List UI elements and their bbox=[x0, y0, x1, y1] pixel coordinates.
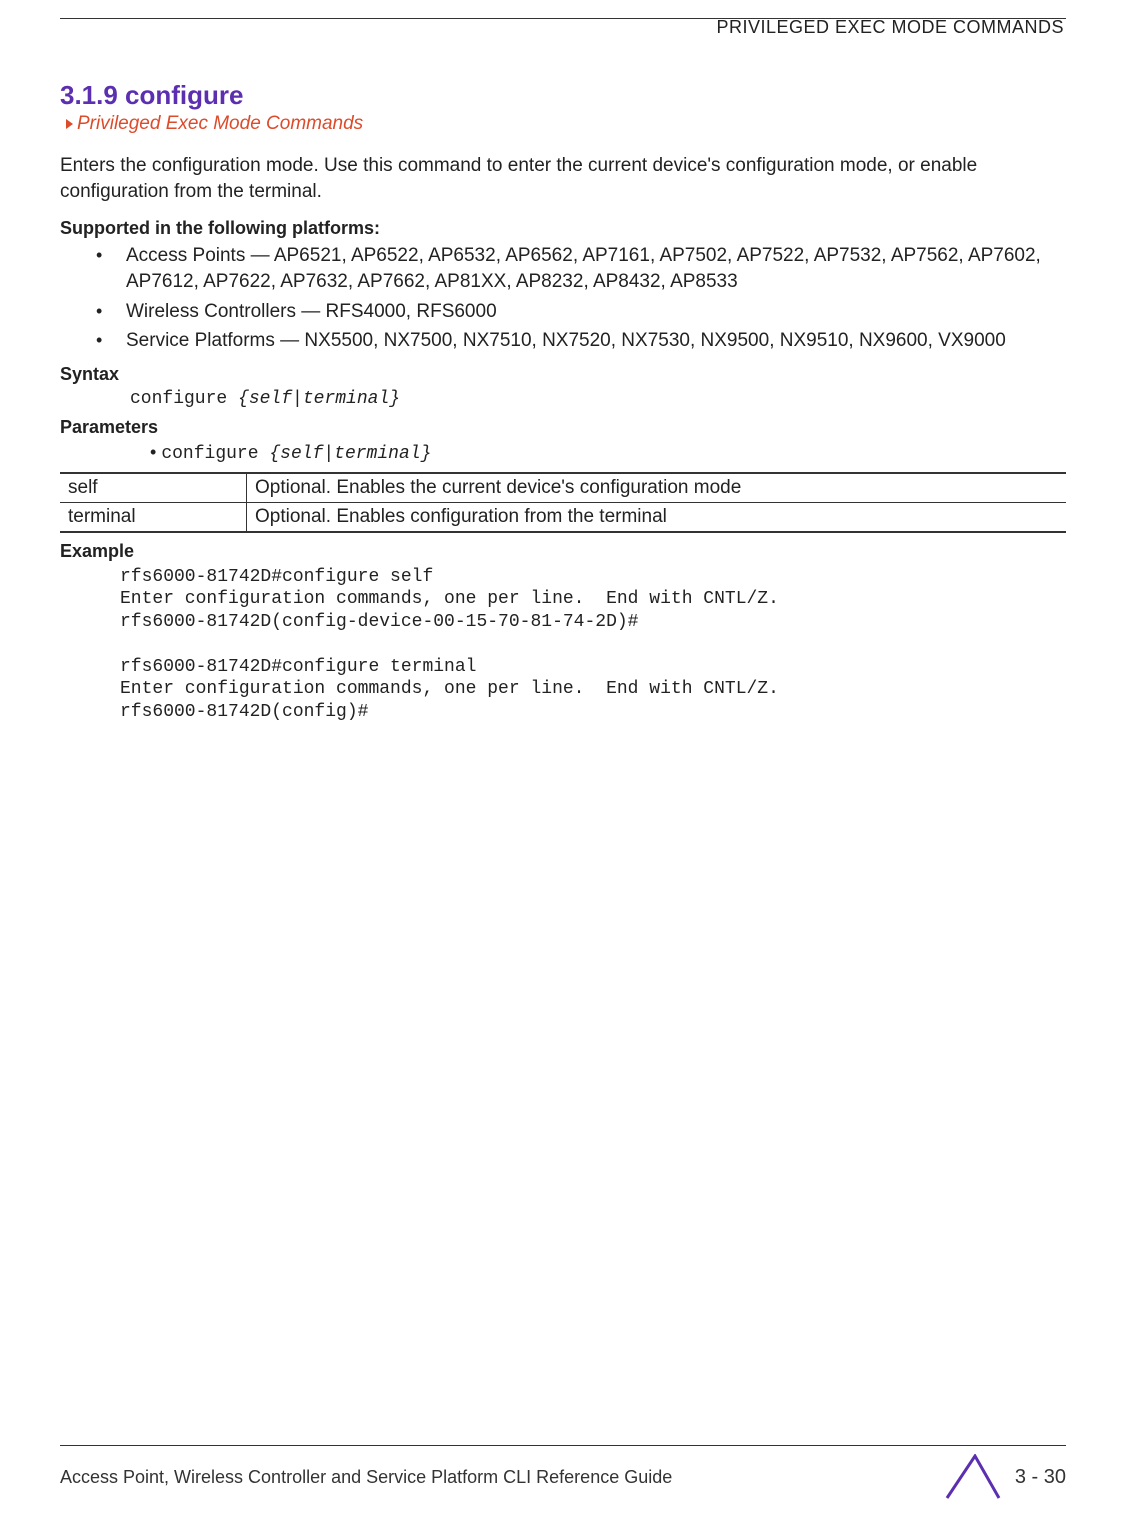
param-key: terminal bbox=[60, 502, 247, 532]
list-item: Access Points — AP6521, AP6522, AP6532, … bbox=[96, 243, 1066, 294]
param-args: {self|terminal} bbox=[269, 444, 431, 464]
page-number: 3 - 30 bbox=[1015, 1466, 1066, 1489]
page-corner-icon bbox=[945, 1454, 1001, 1500]
supported-heading: Supported in the following platforms: bbox=[60, 218, 1066, 239]
syntax-heading: Syntax bbox=[60, 364, 1066, 385]
parameters-line: configure {self|terminal} bbox=[150, 442, 1066, 464]
page-footer: Access Point, Wireless Controller and Se… bbox=[0, 1445, 1126, 1500]
table-row: self Optional. Enables the current devic… bbox=[60, 473, 1066, 503]
syntax-line: configure {self|terminal} bbox=[130, 389, 1066, 409]
list-item: Service Platforms — NX5500, NX7500, NX75… bbox=[96, 328, 1066, 354]
section-title: 3.1.9 configure bbox=[60, 80, 1066, 111]
syntax-args: {self|terminal} bbox=[238, 389, 400, 409]
list-item: Wireless Controllers — RFS4000, RFS6000 bbox=[96, 299, 1066, 325]
param-desc: Optional. Enables the current device's c… bbox=[247, 473, 1067, 503]
parameters-heading: Parameters bbox=[60, 417, 1066, 438]
triangle-right-icon bbox=[66, 119, 73, 129]
page-body: PRIVILEGED EXEC MODE COMMANDS 3.1.9 conf… bbox=[0, 18, 1126, 723]
param-cmd: configure bbox=[161, 444, 269, 464]
param-key: self bbox=[60, 473, 247, 503]
footer-guide-title: Access Point, Wireless Controller and Se… bbox=[60, 1467, 672, 1488]
parameters-table: self Optional. Enables the current devic… bbox=[60, 472, 1066, 533]
supported-list: Access Points — AP6521, AP6522, AP6532, … bbox=[60, 243, 1066, 354]
intro-paragraph: Enters the configuration mode. Use this … bbox=[60, 153, 1066, 204]
breadcrumb-text: Privileged Exec Mode Commands bbox=[77, 113, 363, 135]
syntax-cmd: configure bbox=[130, 389, 238, 409]
page-badge: 3 - 30 bbox=[945, 1454, 1066, 1500]
example-block: rfs6000-81742D#configure self Enter conf… bbox=[120, 566, 1066, 724]
example-heading: Example bbox=[60, 541, 1066, 562]
footer-rule bbox=[60, 1445, 1066, 1446]
breadcrumb[interactable]: Privileged Exec Mode Commands bbox=[60, 113, 1066, 135]
running-head: PRIVILEGED EXEC MODE COMMANDS bbox=[60, 17, 1066, 38]
param-desc: Optional. Enables configuration from the… bbox=[247, 502, 1067, 532]
table-row: terminal Optional. Enables configuration… bbox=[60, 502, 1066, 532]
